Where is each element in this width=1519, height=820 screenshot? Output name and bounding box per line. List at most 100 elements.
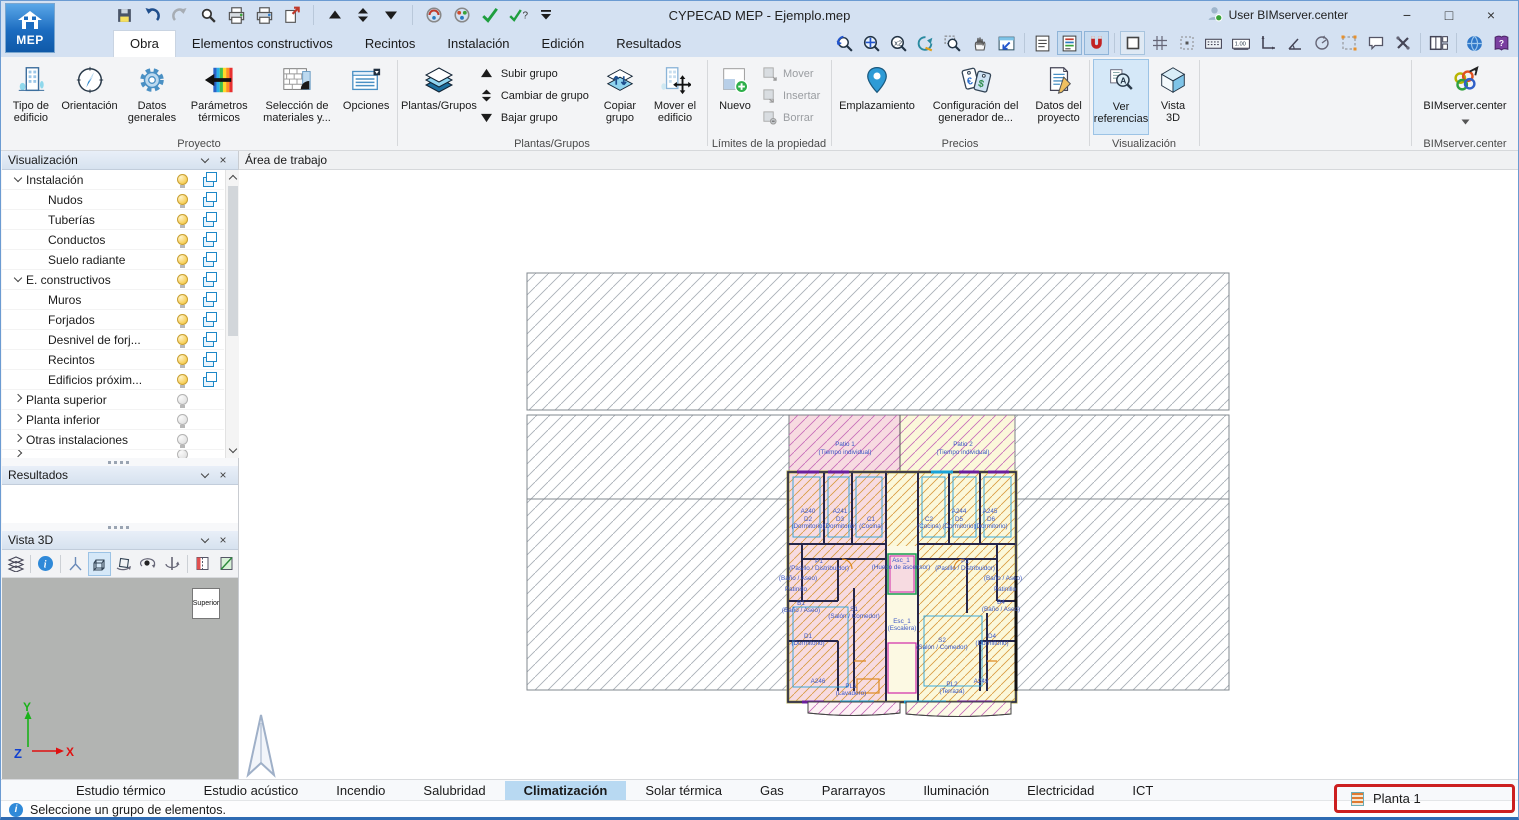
tree-item-recintos[interactable]: Recintos xyxy=(2,350,224,370)
tree-item-suelo-radiante[interactable]: Suelo radiante xyxy=(2,250,224,270)
user-account[interactable]: User BIMserver.center xyxy=(1206,1,1348,29)
verify-icon[interactable]: ? xyxy=(507,4,529,26)
zoom-extents-icon[interactable] xyxy=(859,31,884,55)
tree-item-nudos[interactable]: Nudos xyxy=(2,190,224,210)
tab-salubridad[interactable]: Salubridad xyxy=(404,781,504,800)
visibility-bulb-icon[interactable] xyxy=(176,354,188,368)
tree-item-tuberias[interactable]: Tuberías xyxy=(2,210,224,230)
layers-copy-icon[interactable] xyxy=(202,252,218,267)
tab-ict[interactable]: ICT xyxy=(1113,781,1172,800)
resources-icon[interactable] xyxy=(423,4,445,26)
visibility-bulb-icon[interactable] xyxy=(176,334,188,348)
tree-item-conductos[interactable]: Conductos xyxy=(2,230,224,250)
visibility-bulb-icon[interactable] xyxy=(176,274,188,288)
close-panel-icon[interactable]: × xyxy=(214,468,232,482)
axes-3d-icon[interactable] xyxy=(64,552,87,576)
emplazamiento-button[interactable]: Emplazamiento xyxy=(835,59,919,135)
zoom-window-icon[interactable] xyxy=(940,31,965,55)
layers-copy-icon[interactable] xyxy=(202,232,218,247)
layers-copy-icon[interactable] xyxy=(202,332,218,347)
undo-icon[interactable] xyxy=(141,4,163,26)
info-icon[interactable]: i xyxy=(34,552,57,576)
layers-copy-icon[interactable] xyxy=(202,352,218,367)
visibility-bulb-icon[interactable] xyxy=(176,294,188,308)
tree-item-desnivel[interactable]: Desnivel de forj... xyxy=(2,330,224,350)
dxf-template-icon[interactable] xyxy=(1057,31,1082,55)
layout-icon[interactable] xyxy=(1426,31,1451,55)
selection-icon[interactable] xyxy=(1336,31,1361,55)
tab-incendio[interactable]: Incendio xyxy=(317,781,404,800)
layers-copy-icon[interactable] xyxy=(202,312,218,327)
tree-item-forjados[interactable]: Forjados xyxy=(2,310,224,330)
config-resources-icon[interactable] xyxy=(451,4,473,26)
vista3d-viewport[interactable]: Superior Y X Z xyxy=(2,578,238,779)
tree-item-planta-superior[interactable]: Planta superior xyxy=(2,390,224,410)
collapse-panel-icon[interactable] xyxy=(196,154,214,163)
orientacion-button[interactable]: Orientación xyxy=(59,59,120,135)
snap-point-icon[interactable] xyxy=(1174,31,1199,55)
tab-iluminacion[interactable]: Iluminación xyxy=(904,781,1008,800)
zoom-back-icon[interactable] xyxy=(832,31,857,55)
tab-gas[interactable]: Gas xyxy=(741,781,803,800)
visibility-bulb-icon[interactable] xyxy=(176,174,188,188)
keyboard-icon[interactable] xyxy=(1201,31,1226,55)
wire-cube-icon[interactable] xyxy=(88,551,112,576)
cambiar-grupo-button[interactable]: Cambiar de grupo xyxy=(479,87,593,104)
datos-proyecto-button[interactable]: Datos del proyecto xyxy=(1032,59,1085,135)
collapse-panel-icon[interactable] xyxy=(196,534,214,543)
floor-selector[interactable]: Planta 1 xyxy=(1334,784,1515,813)
redo-icon[interactable] xyxy=(169,4,191,26)
visibility-bulb-off-icon[interactable] xyxy=(176,394,188,408)
tab-estudio-termico[interactable]: Estudio térmico xyxy=(57,781,185,800)
group-change-icon[interactable] xyxy=(352,4,374,26)
expanded-chevron-icon[interactable] xyxy=(13,173,23,183)
search-icon[interactable] xyxy=(197,4,219,26)
panel-splitter[interactable] xyxy=(2,458,238,466)
section-green-icon[interactable] xyxy=(215,552,238,576)
redraw-icon[interactable] xyxy=(913,31,938,55)
snap-magnet-icon[interactable] xyxy=(1084,31,1109,55)
opciones-button[interactable]: Opciones xyxy=(339,59,393,135)
close-button[interactable]: × xyxy=(1470,2,1512,28)
visibility-bulb-icon[interactable] xyxy=(176,254,188,268)
rotate-axis-icon[interactable] xyxy=(161,552,184,576)
tab-climatizacion[interactable]: Climatización xyxy=(504,780,627,800)
layers-copy-icon[interactable] xyxy=(202,192,218,207)
group-up-icon[interactable] xyxy=(324,4,346,26)
group-down-icon[interactable] xyxy=(380,4,402,26)
visibility-bulb-icon[interactable] xyxy=(176,314,188,328)
section-red-icon[interactable] xyxy=(191,552,214,576)
tab-edicion[interactable]: Edición xyxy=(526,31,601,57)
copiar-grupo-button[interactable]: Copiar grupo xyxy=(595,59,645,135)
accept-icon[interactable] xyxy=(479,4,501,26)
collapsed-chevron-icon[interactable] xyxy=(13,413,23,423)
tree-item-clipped[interactable] xyxy=(2,450,224,458)
dxf-import-icon[interactable] xyxy=(1030,31,1055,55)
axes-icon[interactable] xyxy=(1255,31,1280,55)
tab-estudio-acustico[interactable]: Estudio acústico xyxy=(185,781,318,800)
tipo-edificio-button[interactable]: Tipo de edificio xyxy=(5,59,57,135)
maximize-button[interactable]: □ xyxy=(1428,2,1470,28)
scroll-down-icon[interactable] xyxy=(226,444,239,458)
visibility-bulb-off-icon[interactable] xyxy=(176,414,188,428)
collapse-panel-icon[interactable] xyxy=(196,469,214,478)
tab-instalacion[interactable]: Instalación xyxy=(431,31,525,57)
bimserver-button[interactable]: BIMserver.center xyxy=(1415,59,1515,135)
view-cube-overlay[interactable]: Superior xyxy=(192,588,220,619)
ver-referencias-button[interactable]: A Ver referencias xyxy=(1093,59,1149,135)
borrar-limite-button[interactable]: Borrar xyxy=(761,109,827,126)
app-logo[interactable]: MEP xyxy=(5,3,55,53)
bajar-grupo-button[interactable]: Bajar grupo xyxy=(479,109,593,126)
insertar-limite-button[interactable]: Insertar xyxy=(761,87,827,104)
web-globe-icon[interactable] xyxy=(1462,31,1487,55)
visibility-bulb-off-icon[interactable] xyxy=(176,434,188,448)
tab-pararrayos[interactable]: Pararrayos xyxy=(803,781,905,800)
seleccion-materiales-button[interactable]: Selección de materiales y... xyxy=(257,59,338,135)
full-window-icon[interactable] xyxy=(994,31,1019,55)
tools-icon[interactable] xyxy=(1390,31,1415,55)
datos-generales-button[interactable]: Datos generales xyxy=(122,59,181,135)
visibility-bulb-icon[interactable] xyxy=(176,194,188,208)
layers-copy-icon[interactable] xyxy=(202,172,218,187)
visibility-bulb-icon[interactable] xyxy=(176,234,188,248)
parametros-termicos-button[interactable]: Parámetros térmicos xyxy=(184,59,255,135)
